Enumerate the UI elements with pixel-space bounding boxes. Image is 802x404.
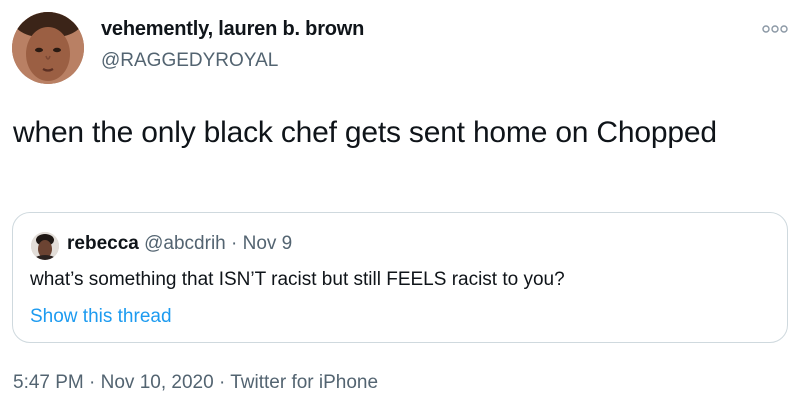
show-thread-link[interactable]: Show this thread [30,306,172,328]
profile-photo-icon [12,12,84,84]
more-options-icon[interactable] [762,22,788,34]
quoted-author-avatar[interactable] [31,232,59,260]
quoted-tweet-header: rebecca @abcdrih · Nov 9 [67,233,292,255]
quoted-author-name[interactable]: rebecca [67,233,139,254]
tweet-text: when the only black chef gets sent home … [13,116,717,149]
tweet-timestamp[interactable]: 5:47 PM · Nov 10, 2020 · Twitter for iPh… [13,372,378,394]
quoted-profile-photo-icon [31,232,59,260]
quoted-tweet-text: what’s something that ISN’T racist but s… [30,269,565,290]
quoted-author-meta: @abcdrih · Nov 9 [138,233,293,254]
author-handle[interactable]: @RAGGEDYROYAL [101,50,278,72]
author-display-name[interactable]: vehemently, lauren b. brown [101,18,364,41]
author-avatar[interactable] [12,12,84,84]
quoted-tweet-card[interactable]: rebecca @abcdrih · Nov 9 what’s somethin… [12,212,788,343]
